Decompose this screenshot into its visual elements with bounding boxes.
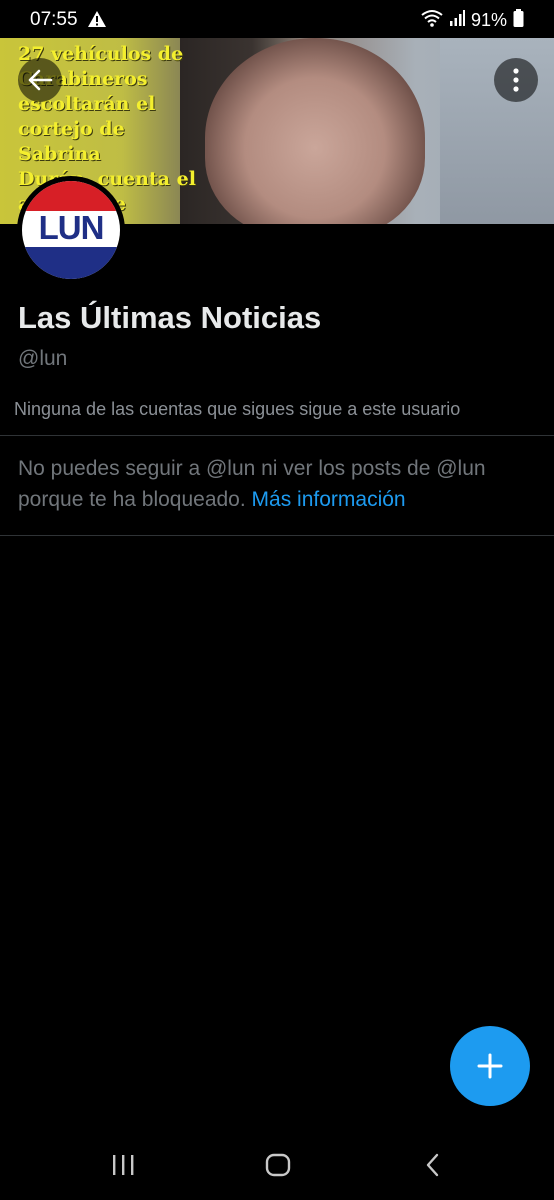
banner-photo [205, 38, 425, 224]
signal-icon [449, 10, 465, 31]
home-icon [265, 1153, 291, 1177]
wifi-icon [421, 9, 443, 32]
banner-background-panel [440, 38, 554, 224]
avatar-logo: LUN [22, 181, 120, 279]
more-options-button[interactable] [494, 58, 538, 102]
status-right: 91% [421, 9, 524, 32]
home-button[interactable] [248, 1148, 308, 1182]
recents-icon [113, 1155, 134, 1175]
more-vertical-icon [513, 68, 519, 92]
battery-percent: 91% [470, 10, 507, 30]
battery-icon [513, 9, 524, 32]
arrow-left-icon [28, 69, 53, 91]
profile-handle: @lun [18, 347, 68, 370]
warning-icon [88, 11, 106, 32]
followers-you-know-note: Ninguna de las cuentas que sigues sigue … [14, 399, 461, 419]
profile-name: Las Últimas Noticias [18, 300, 322, 335]
nav-back-button[interactable] [403, 1148, 463, 1182]
blocked-notice: No puedes seguir a @lun ni ver los posts… [18, 453, 538, 515]
status-time: 07:55 [30, 9, 78, 30]
chevron-left-icon [426, 1153, 439, 1177]
divider [0, 435, 554, 436]
plus-icon [477, 1053, 503, 1079]
system-nav-bar [0, 1130, 554, 1200]
recents-button[interactable] [93, 1148, 153, 1182]
compose-post-button[interactable] [450, 1026, 530, 1106]
avatar[interactable]: LUN [17, 176, 125, 284]
divider [0, 535, 554, 536]
back-button[interactable] [18, 58, 62, 102]
avatar-logo-text: LUN [38, 209, 105, 246]
status-bar: 07:55 91% [0, 0, 554, 40]
headline-line: cortejo de Sabrina [18, 118, 125, 165]
more-info-link[interactable]: Más información [252, 488, 406, 511]
